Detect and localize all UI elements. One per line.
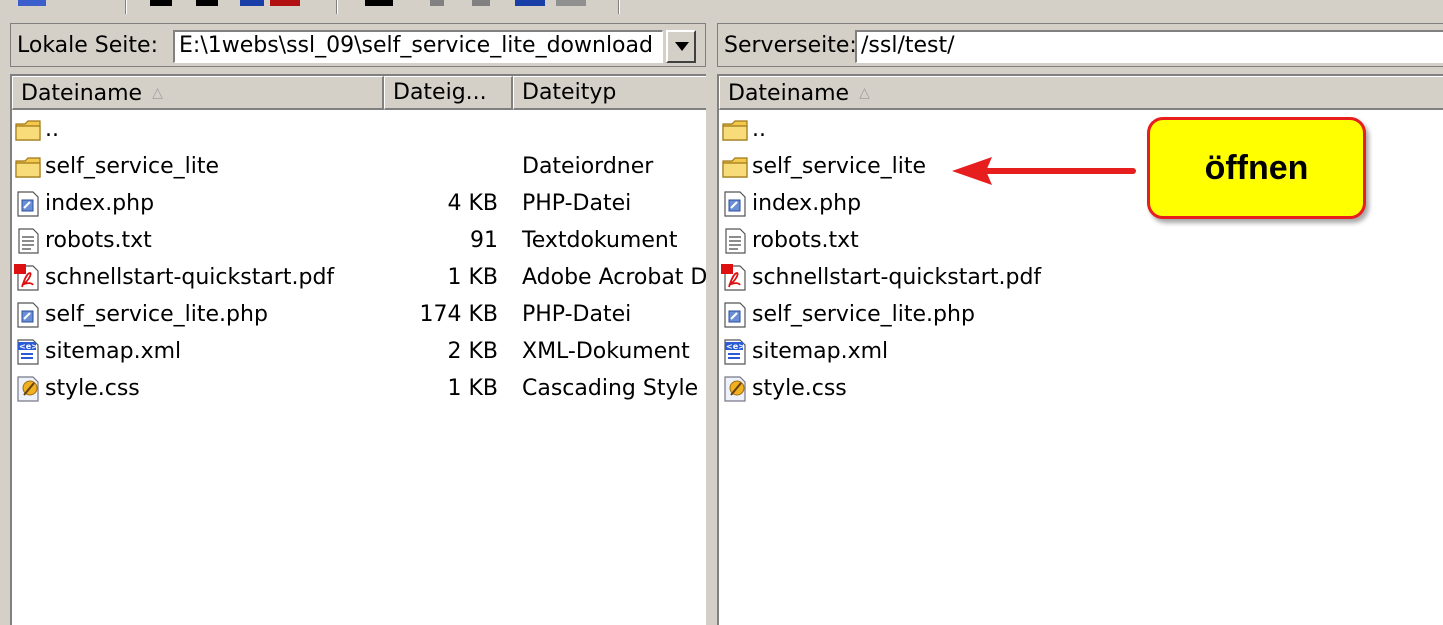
file-type: PHP-Datei [522, 302, 632, 327]
pdf-file-icon [721, 264, 749, 292]
php-file-icon [14, 301, 42, 329]
file-name: schnellstart-quickstart.pdf [752, 265, 1042, 290]
file-type: XML-Dokument [522, 339, 690, 364]
column-header-filename[interactable]: Dateiname △ [12, 76, 384, 110]
toolbar-button-2[interactable] [150, 0, 172, 6]
local-path-label: Lokale Seite: [17, 33, 158, 58]
local-pane: Lokale Seite: E:\1webs\ssl_09\self_servi… [10, 23, 706, 625]
text-file-icon [721, 227, 749, 255]
remote-path-label: Serverseite: [724, 33, 857, 58]
toolbar-button-9[interactable] [515, 0, 545, 6]
toolbar-button-10[interactable] [556, 0, 586, 6]
file-row[interactable]: .. [12, 112, 706, 149]
css-file-icon [721, 375, 749, 403]
file-name: style.css [45, 376, 140, 401]
php-file-icon [721, 301, 749, 329]
toolbar [0, 0, 1443, 20]
file-name: sitemap.xml [752, 339, 889, 364]
toolbar-button-3[interactable] [196, 0, 218, 6]
file-name: self_service_lite [45, 154, 220, 179]
css-file-icon [14, 375, 42, 403]
file-row[interactable]: schnellstart-quickstart.pdf 1 KB Adobe Acr… [12, 260, 706, 297]
file-row[interactable]: self_service_lite.php [719, 297, 1443, 334]
remote-path-input[interactable]: /ssl/test/ [855, 30, 1443, 63]
file-size: 174 KB [419, 302, 498, 327]
local-file-list[interactable]: Dateiname △ Dateig... Dateityp .. self_ser… [10, 74, 706, 625]
file-row[interactable]: style.css [719, 371, 1443, 408]
file-name: schnellstart-quickstart.pdf [45, 265, 335, 290]
file-name: self_service_lite.php [752, 302, 975, 327]
callout-text: öffnen [1204, 148, 1309, 187]
toolbar-separator [125, 0, 127, 14]
svg-text:<e>: <e> [19, 342, 38, 351]
column-header-filetype[interactable]: Dateityp [513, 76, 706, 110]
file-row[interactable]: self_service_lite.php 174 KB PHP-Datei [12, 297, 706, 334]
file-size: 1 KB [447, 376, 498, 401]
toolbar-button-7[interactable] [430, 0, 444, 6]
file-row[interactable]: <e> sitemap.xml [719, 334, 1443, 371]
sort-ascending-icon: △ [859, 85, 870, 101]
file-name: robots.txt [752, 228, 859, 253]
local-path-input[interactable]: E:\1webs\ssl_09\self_service_lite_downlo… [173, 30, 663, 63]
pdf-file-icon [14, 264, 42, 292]
toolbar-button-8[interactable] [472, 0, 490, 6]
file-type: Adobe Acrobat D [522, 265, 706, 290]
folder-icon [721, 153, 749, 181]
file-type: Dateiordner [522, 154, 654, 179]
file-size: 4 KB [447, 191, 498, 216]
file-size: 1 KB [447, 265, 498, 290]
file-name: style.css [752, 376, 847, 401]
file-type: Textdokument [522, 228, 678, 253]
remote-list-header: Dateiname △ [719, 76, 1443, 110]
folder-icon [721, 116, 749, 144]
file-row[interactable]: schnellstart-quickstart.pdf [719, 260, 1443, 297]
file-row[interactable]: style.css 1 KB Cascading Style [12, 371, 706, 408]
local-path-value: E:\1webs\ssl_09\self_service_lite_downlo… [179, 33, 653, 58]
remote-pane: Serverseite: /ssl/test/ Dateiname △ .. sel… [717, 23, 1443, 625]
text-file-icon [14, 227, 42, 255]
file-name: sitemap.xml [45, 339, 182, 364]
toolbar-separator [618, 0, 620, 14]
local-list-header: Dateiname △ Dateig... Dateityp [12, 76, 706, 110]
toolbar-button-5[interactable] [270, 0, 300, 6]
local-path-dropdown-button[interactable] [666, 30, 696, 63]
file-name: index.php [752, 191, 862, 216]
file-type: PHP-Datei [522, 191, 632, 216]
xml-file-icon: <e> [721, 338, 749, 366]
file-name: .. [45, 117, 59, 142]
local-path-bar: Lokale Seite: E:\1webs\ssl_09\self_servi… [10, 23, 706, 67]
folder-icon [14, 153, 42, 181]
xml-file-icon: <e> [14, 338, 42, 366]
toolbar-button-6[interactable] [365, 0, 393, 6]
remote-path-bar: Serverseite: /ssl/test/ [717, 23, 1443, 67]
php-file-icon [14, 190, 42, 218]
php-file-icon [721, 190, 749, 218]
file-row[interactable]: index.php 4 KB PHP-Datei [12, 186, 706, 223]
remote-path-value: /ssl/test/ [861, 33, 955, 58]
file-name: index.php [45, 191, 155, 216]
file-size: 2 KB [447, 339, 498, 364]
svg-text:<e>: <e> [726, 342, 745, 351]
annotation-arrow-icon [952, 157, 1136, 185]
toolbar-button-4[interactable] [240, 0, 264, 6]
column-header-filesize[interactable]: Dateig... [384, 76, 513, 110]
file-name: self_service_lite.php [45, 302, 268, 327]
folder-icon [14, 116, 42, 144]
file-size: 91 [470, 228, 498, 253]
file-name: .. [752, 117, 766, 142]
file-type: Cascading Style [522, 376, 699, 401]
file-row[interactable]: self_service_lite Dateiordner [12, 149, 706, 186]
file-name: self_service_lite [752, 154, 927, 179]
file-row[interactable]: <e> sitemap.xml 2 KB XML-Dokument [12, 334, 706, 371]
annotation-callout: öffnen [1147, 117, 1366, 219]
column-header-filename[interactable]: Dateiname △ [719, 76, 1443, 110]
toolbar-separator [336, 0, 338, 14]
file-row[interactable]: robots.txt 91 Textdokument [12, 223, 706, 260]
sort-ascending-icon: △ [152, 85, 163, 101]
file-row[interactable]: robots.txt [719, 223, 1443, 260]
toolbar-button-1[interactable] [18, 0, 46, 6]
file-name: robots.txt [45, 228, 152, 253]
